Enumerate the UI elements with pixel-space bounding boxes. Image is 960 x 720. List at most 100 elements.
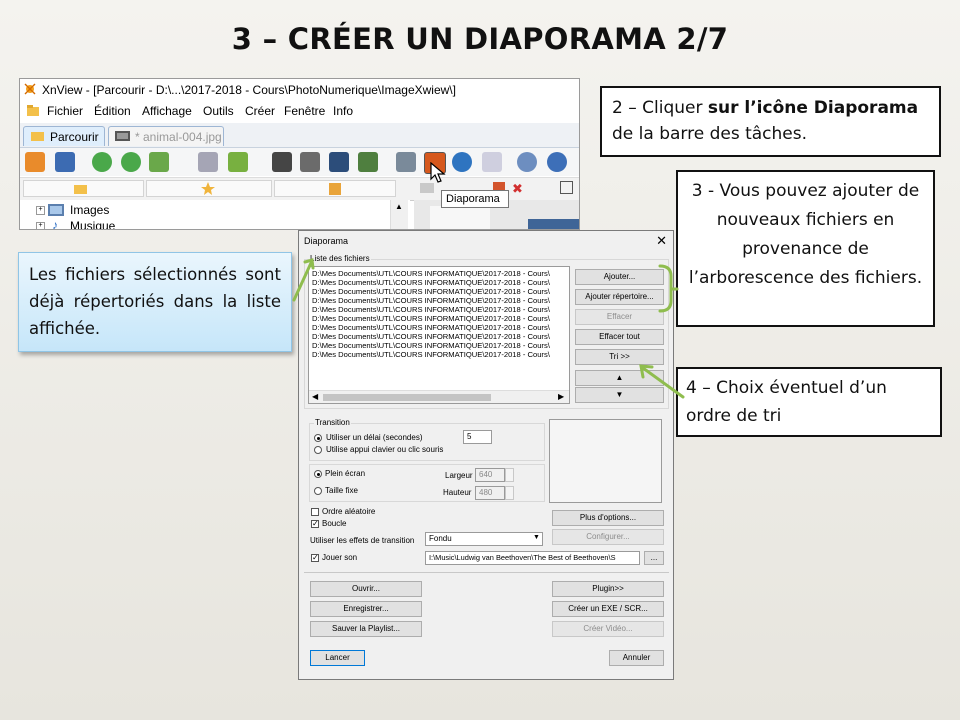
move-up-button[interactable]: ▲ [575,370,664,386]
file-row[interactable]: D:\Mes Documents\UTL\COURS INFORMATIQUE\… [312,314,550,323]
keyboard-radio[interactable] [314,446,322,454]
configurer-button[interactable]: Configurer... [552,529,664,545]
document-icon[interactable] [198,152,218,172]
taille-fixe-radio[interactable] [314,487,322,495]
tree-item-musique[interactable]: + ♪ Musique [36,218,116,230]
list-icon[interactable] [482,152,502,172]
menu-creer[interactable]: Créer [245,104,275,118]
rotate-right-icon[interactable] [121,152,141,172]
ouvrir-button[interactable]: Ouvrir... [310,581,422,597]
delay-radio[interactable] [314,434,322,442]
tab-parcourir[interactable]: Parcourir [23,126,105,146]
largeur-spinner[interactable] [505,468,514,482]
plus-options-button[interactable]: Plus d'options... [552,510,664,526]
menu-outils[interactable]: Outils [203,104,234,118]
tri-button[interactable]: Tri >> [575,349,664,365]
boucle-checkbox[interactable]: ✓ [311,519,319,528]
favorites-panel-button[interactable] [146,180,272,197]
folders-panel-button[interactable] [23,180,144,197]
file-row[interactable]: D:\Mes Documents\UTL\COURS INFORMATIQUE\… [312,332,550,341]
lancer-button[interactable]: Lancer [310,650,365,666]
folder-icon [27,105,39,116]
xnview-logo-icon [24,83,36,95]
menu-edition[interactable]: Édition [94,104,131,118]
menu-fichier[interactable]: Fichier [47,104,83,118]
categories-panel-button[interactable] [274,180,396,197]
file-row[interactable]: D:\Mes Documents\UTL\COURS INFORMATIQUE\… [312,323,550,332]
web-icon[interactable] [452,152,472,172]
fullscreen-icon[interactable] [55,152,75,172]
tree-item-images[interactable]: + Images [36,203,109,217]
scroll-up-icon[interactable]: ▲ [395,202,403,211]
hauteur-spinner[interactable] [505,486,514,500]
browse-son-button[interactable]: ... [644,551,664,565]
scroll-thumb[interactable] [323,394,491,401]
music-note-icon: ♪ [52,218,58,230]
plein-ecran-radio[interactable] [314,470,322,478]
callout-step2-text: 2 – Cliquer [612,98,708,118]
sauver-playlist-button[interactable]: Sauver la Playlist... [310,621,422,637]
folders-icon [74,185,87,194]
scanner-icon[interactable] [329,152,349,172]
hauteur-label: Hauteur [443,488,472,497]
tab-animal-image[interactable]: * animal-004.jpg [108,126,224,146]
file-row[interactable]: D:\Mes Documents\UTL\COURS INFORMATIQUE\… [312,278,550,287]
menu-affichage[interactable]: Affichage [142,104,192,118]
binoculars-icon[interactable] [272,152,292,172]
ordre-aleatoire-checkbox[interactable] [311,508,319,516]
grid-view-icon[interactable] [560,181,573,194]
folder-tree: + Images + ♪ Musique [20,200,410,230]
print-icon[interactable] [300,152,320,172]
creer-exe-button[interactable]: Créer un EXE / SCR... [552,601,664,617]
multipage-icon[interactable] [358,152,378,172]
largeur-input[interactable]: 640 [475,468,505,482]
file-list-label: Liste des fichiers [309,254,371,263]
son-path-input[interactable]: I:\Music\Ludwig van Beethoven\The Best o… [425,551,640,565]
scroll-right-icon[interactable]: ▶ [558,392,564,401]
file-row[interactable]: D:\Mes Documents\UTL\COURS INFORMATIQUE\… [312,269,550,278]
effets-select[interactable]: Fondu [425,532,543,546]
jouer-son-checkbox[interactable]: ✓ [311,553,319,562]
capture-icon[interactable] [396,152,416,172]
horizontal-scrollbar[interactable]: ◀ ▶ [309,390,569,403]
file-row[interactable]: D:\Mes Documents\UTL\COURS INFORMATIQUE\… [312,350,550,359]
hauteur-input[interactable]: 480 [475,486,505,500]
annuler-button[interactable]: Annuler [609,650,664,666]
expand-icon[interactable]: + [36,222,45,229]
gear-icon[interactable] [517,152,537,172]
tree-label: Musique [70,219,116,230]
chevron-down-icon[interactable]: ▼ [533,534,540,541]
file-row[interactable]: D:\Mes Documents\UTL\COURS INFORMATIQUE\… [312,296,550,305]
info-icon[interactable] [547,152,567,172]
plugin-button[interactable]: Plugin>> [552,581,664,597]
convert-icon[interactable] [149,152,169,172]
creer-video-button[interactable]: Créer Vidéo... [552,621,664,637]
enregistrer-button[interactable]: Enregistrer... [310,601,422,617]
preview-box [549,419,662,503]
browse-icon[interactable] [25,152,45,172]
file-row[interactable]: D:\Mes Documents\UTL\COURS INFORMATIQUE\… [312,341,550,350]
move-down-button[interactable]: ▼ [575,387,664,403]
file-list[interactable]: D:\Mes Documents\UTL\COURS INFORMATIQUE\… [308,266,570,404]
export-icon[interactable] [228,152,248,172]
effacer-button[interactable]: Effacer [575,309,664,325]
thumbnail-image[interactable] [528,219,579,229]
delete-icon[interactable]: ✖ [512,181,523,197]
ajouter-repertoire-button[interactable]: Ajouter répertoire... [575,289,664,305]
tree-scrollbar[interactable]: ▲ [390,200,408,229]
file-row[interactable]: D:\Mes Documents\UTL\COURS INFORMATIQUE\… [312,287,550,296]
mouse-cursor-icon [430,162,446,183]
menu-info[interactable]: Info [333,104,353,118]
back-icon[interactable] [420,183,434,193]
delay-input[interactable]: 5 [463,430,492,444]
thumbnail-image[interactable] [430,206,490,229]
rotate-left-icon[interactable] [92,152,112,172]
effacer-tout-button[interactable]: Effacer tout [575,329,664,345]
file-row[interactable]: D:\Mes Documents\UTL\COURS INFORMATIQUE\… [312,305,550,314]
scroll-left-icon[interactable]: ◀ [312,392,318,401]
ajouter-button[interactable]: Ajouter... [575,269,664,285]
expand-icon[interactable]: + [36,206,45,215]
image-icon [115,131,130,141]
menu-fenetre[interactable]: Fenêtre [284,104,325,118]
close-icon[interactable]: ✕ [656,233,667,249]
